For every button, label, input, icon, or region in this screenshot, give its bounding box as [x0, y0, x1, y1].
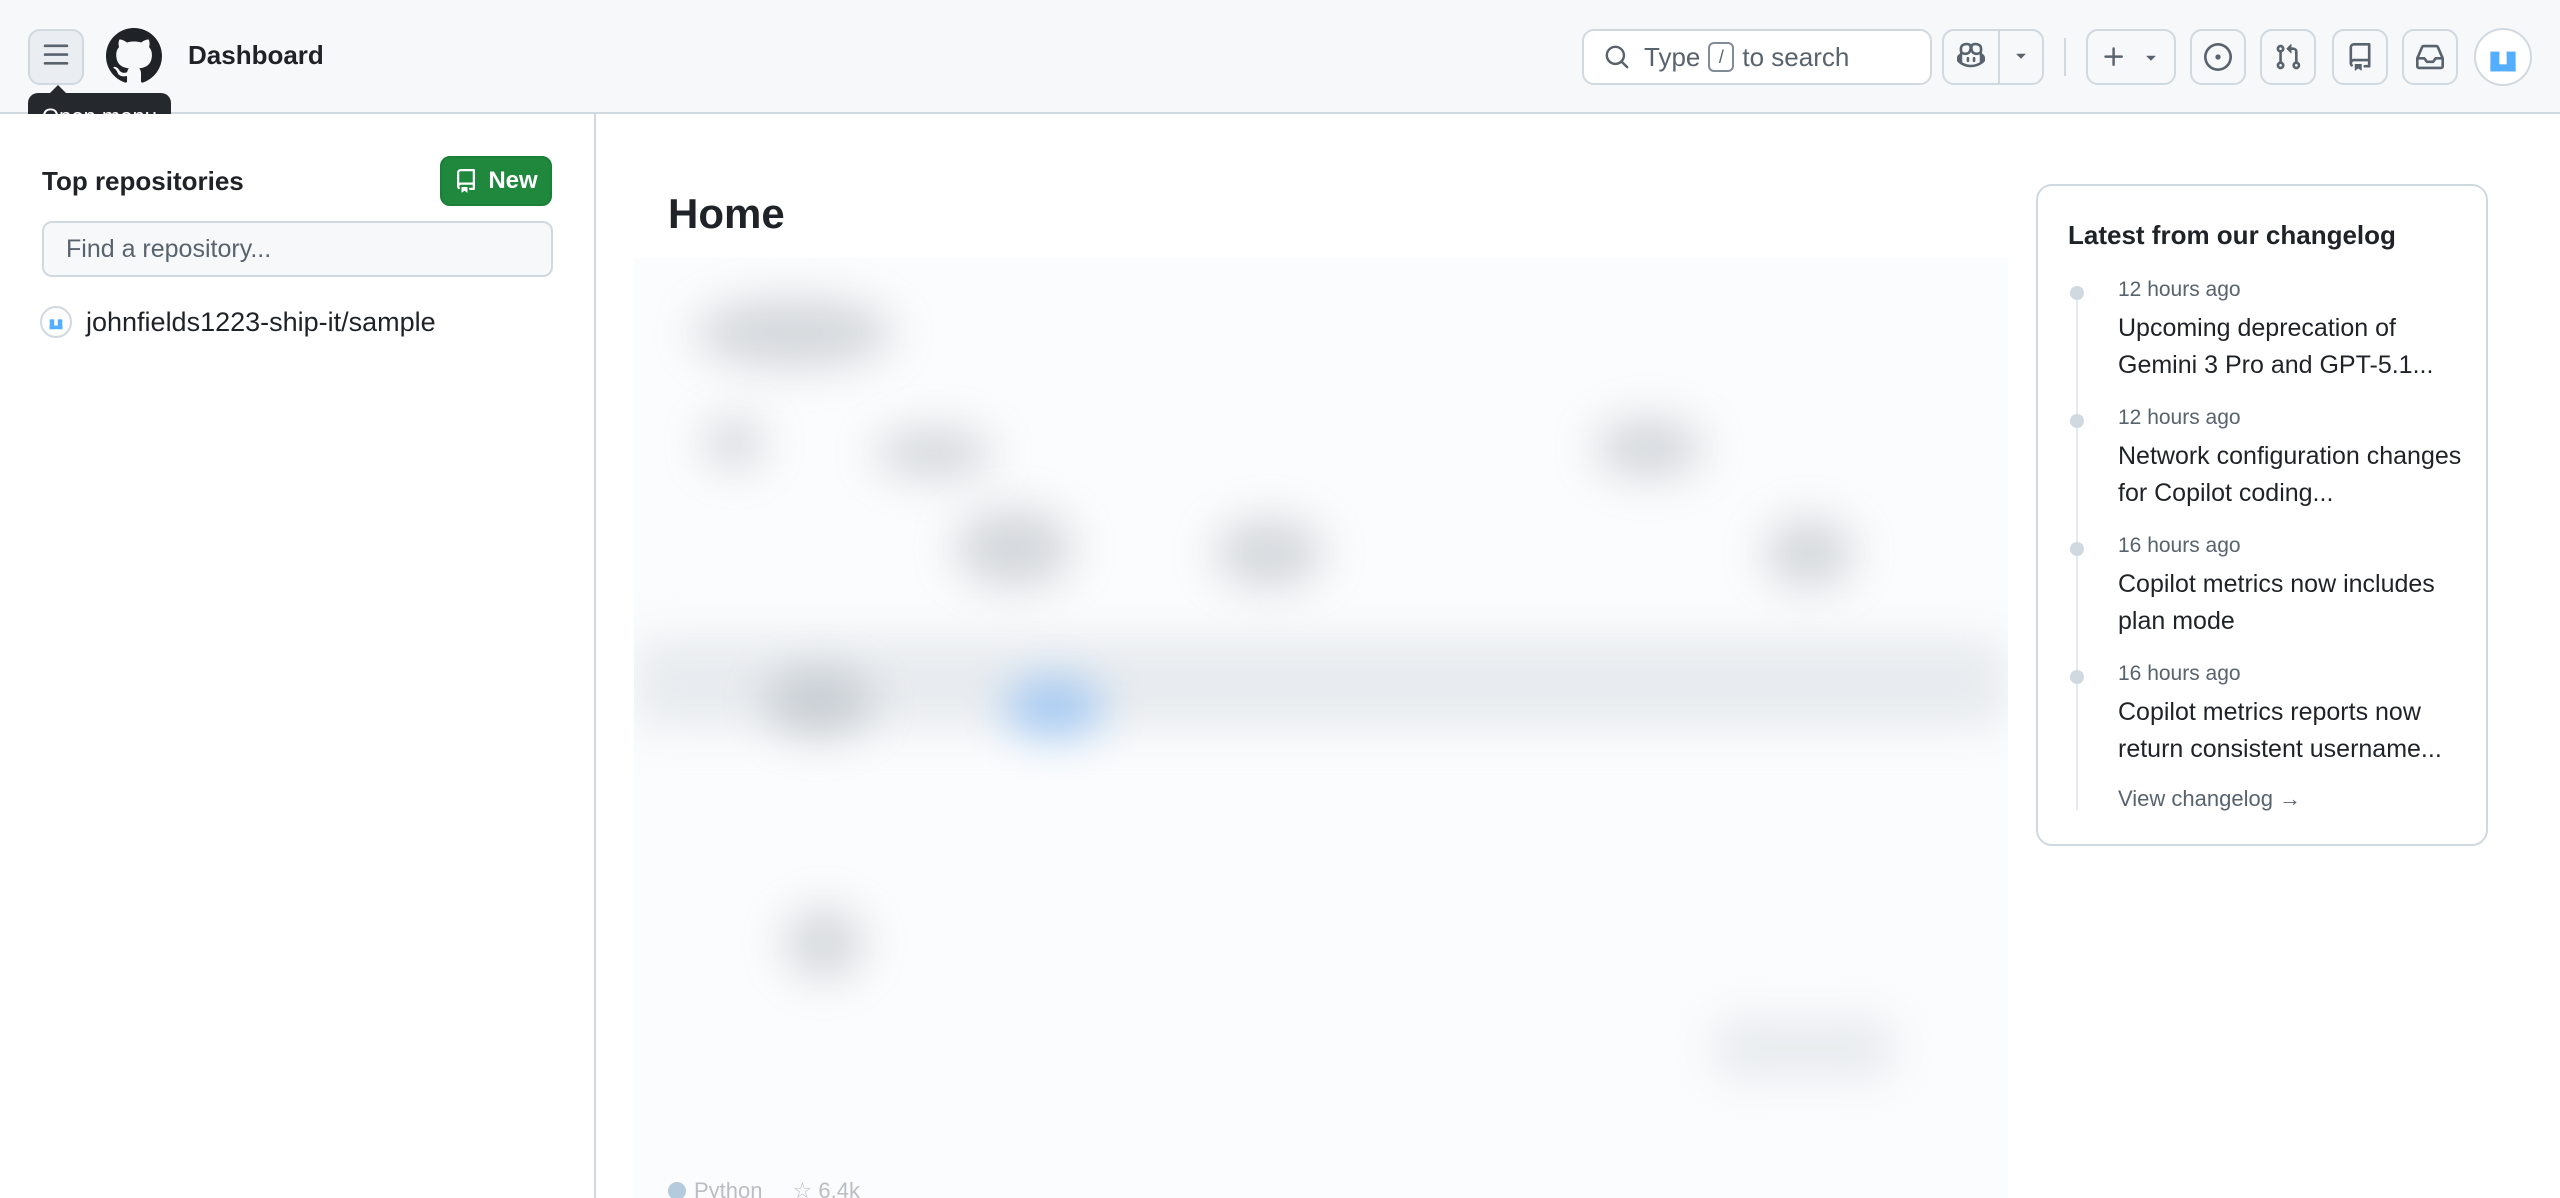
- inbox-button[interactable]: [2402, 29, 2458, 85]
- pull-requests-button[interactable]: [2260, 29, 2316, 85]
- changelog-title: Latest from our changelog: [2068, 220, 2396, 250]
- copilot-button[interactable]: [1944, 31, 2000, 83]
- page-title: Home: [668, 190, 785, 237]
- changelog-item-link[interactable]: Copilot metrics now includes plan mode: [2118, 566, 2468, 640]
- blurred-feed-placeholder: [634, 258, 2008, 1198]
- inbox-icon: [2416, 43, 2444, 71]
- repo-icon: [2346, 43, 2374, 71]
- changelog-item-time: 16 hours ago: [2118, 662, 2241, 685]
- header-divider: [2064, 38, 2066, 76]
- global-header: Dashboard Type / to search: [0, 0, 2560, 114]
- changelog-item-link[interactable]: Upcoming deprecation of Gemini 3 Pro and…: [2118, 310, 2468, 384]
- changelog-item-time: 16 hours ago: [2118, 534, 2241, 557]
- repositories-button[interactable]: [2332, 29, 2388, 85]
- changelog-item[interactable]: 12 hours ago Network configuration chang…: [2068, 406, 2468, 512]
- feed-repo-meta: Python ☆ 6.4k: [668, 1178, 860, 1198]
- top-repositories-heading: Top repositories: [42, 166, 244, 196]
- open-menu-button[interactable]: [28, 29, 84, 85]
- changelog-item-link[interactable]: Copilot metrics reports now return consi…: [2118, 694, 2468, 768]
- search-prefix: Type: [1644, 41, 1701, 72]
- timeline-dot: [2070, 670, 2084, 684]
- copilot-icon: [1957, 41, 1985, 74]
- changelog-card: Latest from our changelog 12 hours ago U…: [2036, 184, 2488, 846]
- issue-icon: [2204, 43, 2232, 71]
- repo-language: Python: [668, 1178, 763, 1198]
- page-context-title[interactable]: Dashboard: [188, 40, 324, 71]
- sidebar-repo-item[interactable]: johnfields1223-ship-it/sample: [40, 306, 436, 338]
- repo-name-link[interactable]: johnfields1223-ship-it/sample: [86, 307, 436, 338]
- new-button-label: New: [488, 167, 538, 194]
- hamburger-icon: [42, 41, 70, 74]
- view-changelog-link[interactable]: View changelog →: [2118, 786, 2301, 812]
- user-avatar[interactable]: [2474, 28, 2532, 86]
- changelog-item-link[interactable]: Network configuration changes for Copilo…: [2118, 438, 2468, 512]
- timeline-dot: [2070, 542, 2084, 556]
- search-shortcut-key: /: [1708, 42, 1735, 72]
- pull-request-icon: [2274, 43, 2302, 71]
- github-logo-icon[interactable]: [106, 28, 162, 84]
- changelog-item[interactable]: 12 hours ago Upcoming deprecation of Gem…: [2068, 278, 2468, 384]
- search-input[interactable]: Type / to search: [1582, 29, 1932, 85]
- timeline-dot: [2070, 414, 2084, 428]
- create-new-button[interactable]: [2086, 29, 2176, 85]
- repo-icon: [454, 169, 478, 193]
- copilot-menu-button[interactable]: [2000, 31, 2042, 83]
- chevron-down-icon: [2141, 47, 2161, 67]
- changelog-item-time: 12 hours ago: [2118, 406, 2241, 429]
- language-dot-icon: [668, 1182, 686, 1198]
- repo-stars: ☆ 6.4k: [793, 1178, 860, 1198]
- copilot-button-group: [1942, 29, 2044, 85]
- chevron-down-icon: [2011, 45, 2031, 70]
- find-repository-input[interactable]: [42, 221, 553, 277]
- star-icon: ☆: [792, 1178, 813, 1198]
- new-repository-button[interactable]: New: [440, 156, 552, 206]
- search-icon: [1604, 44, 1630, 70]
- search-suffix: to search: [1742, 41, 1850, 72]
- plus-icon: [2101, 44, 2127, 70]
- changelog-item[interactable]: 16 hours ago Copilot metrics now include…: [2068, 534, 2468, 640]
- repo-owner-avatar: [40, 306, 72, 338]
- changelog-item-time: 12 hours ago: [2118, 278, 2241, 301]
- timeline-dot: [2070, 286, 2084, 300]
- changelog-item[interactable]: 16 hours ago Copilot metrics reports now…: [2068, 662, 2468, 768]
- issues-button[interactable]: [2190, 29, 2246, 85]
- dashboard-sidebar: Top repositories New johnfields1223-ship…: [0, 114, 596, 1198]
